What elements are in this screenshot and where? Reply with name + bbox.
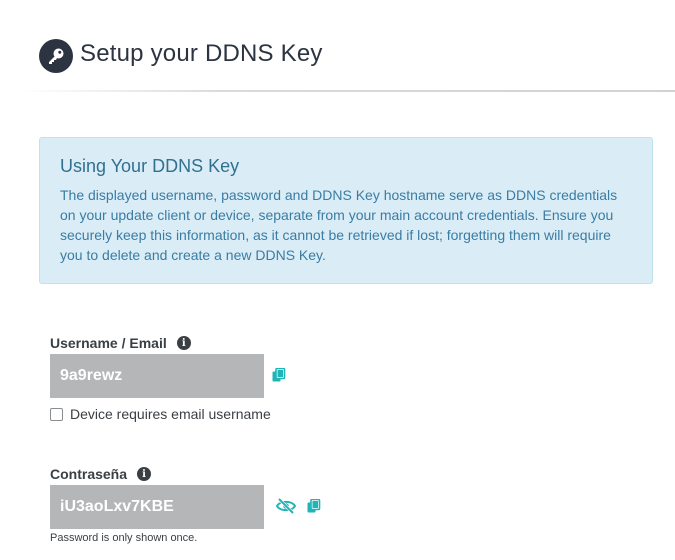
key-icon bbox=[39, 39, 73, 73]
password-label: Contraseña bbox=[50, 466, 128, 482]
copy-icon bbox=[307, 498, 321, 512]
email-username-checkbox[interactable] bbox=[50, 407, 63, 421]
password-help-text: Password is only shown once. bbox=[50, 532, 198, 544]
password-field[interactable]: iU3aoLxv7KBE bbox=[50, 485, 264, 529]
copy-icon bbox=[272, 367, 286, 381]
username-field[interactable]: 9a9rewz bbox=[50, 354, 264, 398]
alert-title: Using Your DDNS Key bbox=[60, 156, 240, 176]
toggle-password-visibility-button[interactable] bbox=[276, 497, 296, 515]
header-divider bbox=[18, 90, 675, 92]
info-icon[interactable]: i bbox=[137, 467, 152, 481]
password-value: iU3aoLxv7KBE bbox=[60, 498, 174, 515]
page-header: Setup your DDNS Key bbox=[0, 0, 675, 92]
username-label: Username / Email bbox=[50, 335, 167, 351]
username-label-row: Username / Email i bbox=[50, 335, 191, 351]
username-value: 9a9rewz bbox=[60, 367, 123, 384]
password-label-row: Contraseña i bbox=[50, 466, 152, 482]
alert-body: The displayed username, password and DDN… bbox=[60, 187, 618, 263]
copy-username-button[interactable] bbox=[270, 366, 288, 384]
info-icon[interactable]: i bbox=[176, 336, 191, 350]
email-username-checkbox-label: Device requires email username bbox=[70, 406, 271, 422]
info-alert: Using Your DDNS Key The displayed userna… bbox=[39, 137, 653, 284]
email-username-checkbox-row[interactable]: Device requires email username bbox=[50, 406, 271, 422]
page-title: Setup your DDNS Key bbox=[80, 40, 323, 67]
copy-password-button[interactable] bbox=[305, 497, 323, 515]
eye-slash-icon bbox=[276, 498, 296, 514]
